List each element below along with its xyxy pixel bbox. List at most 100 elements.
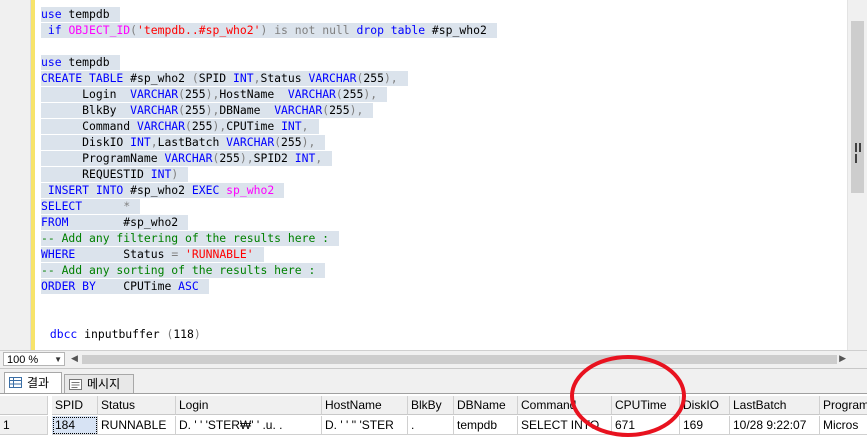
grid-cell-program[interactable]: Micros: [820, 416, 867, 435]
code-token: ,: [301, 119, 309, 133]
code-token: #sp_who2: [123, 71, 192, 85]
code-token: tempdb: [61, 7, 110, 21]
code-line[interactable]: REQUESTID INT): [41, 167, 189, 182]
grid-cell-cputime[interactable]: 671: [612, 416, 680, 435]
column-header-lastbatch[interactable]: LastBatch: [730, 396, 820, 415]
code-line[interactable]: if OBJECT_ID('tempdb..#sp_who2') is not …: [41, 23, 497, 38]
code-token: 255: [185, 103, 206, 117]
grid-cell-login[interactable]: D. ' ' 'STER₩' ' .u. .: [176, 416, 322, 435]
column-header-login[interactable]: Login: [176, 396, 322, 415]
code-token: VARCHAR: [274, 103, 323, 117]
column-header-status[interactable]: Status: [98, 396, 176, 415]
tab-messages[interactable]: 메시지: [64, 374, 134, 393]
grid-cell-diskio[interactable]: 169: [680, 416, 730, 435]
code-token: SPID: [198, 71, 234, 85]
code-line[interactable]: use tempdb: [41, 55, 120, 70]
zoom-dropdown[interactable]: 100 % ▼: [3, 352, 65, 366]
code-line[interactable]: use tempdb: [41, 7, 120, 22]
grid-cell-blkby[interactable]: .: [408, 416, 454, 435]
column-header-blkby[interactable]: BlkBy: [408, 396, 454, 415]
code-token: use: [41, 55, 62, 69]
code-line[interactable]: dbcc inputbuffer (118): [43, 327, 211, 342]
code-token: #sp_who2: [425, 23, 487, 37]
grid-cell-status[interactable]: RUNNABLE: [98, 416, 176, 435]
column-header-command[interactable]: Command: [518, 396, 612, 415]
editor-gutter: [0, 0, 31, 350]
code-token: VARCHAR: [130, 87, 179, 101]
code-line[interactable]: [41, 39, 51, 54]
code-token: (: [191, 71, 199, 85]
code-token: CPUTime: [226, 119, 282, 133]
code-line[interactable]: [41, 311, 51, 326]
code-line[interactable]: -- Add any filtering of the results here…: [41, 231, 340, 246]
column-header-dbname[interactable]: DBName: [454, 396, 518, 415]
vertical-scroll-thumb[interactable]: [851, 21, 864, 193]
column-header-diskio[interactable]: DiskIO: [680, 396, 730, 415]
row-number[interactable]: 1: [0, 416, 48, 435]
code-line[interactable]: CREATE TABLE #sp_who2 (SPID INT,Status V…: [41, 71, 408, 86]
code-token: 'tempdb..#sp_who2': [137, 23, 261, 37]
code-token: -- Add any sorting of the results here :: [41, 263, 316, 277]
results-grid[interactable]: SPID Status Login HostName BlkBy DBName Comman…: [0, 393, 867, 443]
code-token: #sp_who2: [68, 215, 179, 229]
code-token: inputbuffer: [77, 327, 167, 341]
code-token: ): [193, 327, 201, 341]
code-token: (: [178, 87, 186, 101]
code-line[interactable]: SELECT *: [41, 199, 141, 214]
query-editor[interactable]: use tempdb if OBJECT_ID('tempdb..#sp_who…: [0, 0, 847, 350]
grid-cell-lastbatch[interactable]: 10/28 9:22:07: [730, 416, 820, 435]
grid-cell-spid[interactable]: 184: [52, 416, 98, 435]
column-header-cputime[interactable]: CPUTime: [612, 396, 680, 415]
code-token: INT: [150, 167, 172, 181]
code-line[interactable]: INSERT INTO #sp_who2 EXEC sp_who2: [41, 183, 285, 198]
code-token: LastBatch: [157, 135, 227, 149]
code-token: *: [123, 199, 131, 213]
code-line[interactable]: [41, 295, 51, 310]
code-token: ASC: [178, 279, 199, 293]
tab-messages-label: 메시지: [87, 377, 121, 391]
column-header-hostname[interactable]: HostName: [322, 396, 408, 415]
code-line[interactable]: WHERE Status = 'RUNNABLE': [41, 247, 264, 262]
code-line[interactable]: DiskIO INT,LastBatch VARCHAR(255),: [41, 135, 326, 150]
grid-cell-dbname[interactable]: tempdb: [454, 416, 518, 435]
column-header-spid[interactable]: SPID: [52, 396, 98, 415]
code-token: (: [178, 103, 186, 117]
vertical-scrollbar[interactable]: [847, 0, 867, 350]
code-line[interactable]: -- Add any sorting of the results here :: [41, 263, 326, 278]
horizontal-scroll-thumb[interactable]: [82, 355, 837, 364]
code-token: DiskIO: [41, 135, 131, 149]
tab-results[interactable]: 결과: [4, 372, 62, 393]
code-token: CREATE TABLE: [41, 71, 124, 85]
code-token: 118: [173, 327, 194, 341]
code-token: ),: [205, 103, 220, 117]
code-token: ),: [212, 119, 227, 133]
results-tab-bar: 결과 메시지: [0, 368, 867, 394]
scroll-left-icon[interactable]: ◀: [71, 353, 78, 364]
change-indicator-bar: [31, 0, 35, 350]
code-line[interactable]: ProgramName VARCHAR(255),SPID2 INT,: [41, 151, 333, 166]
code-token: ),: [205, 87, 220, 101]
code-line[interactable]: FROM #sp_who2: [41, 215, 189, 230]
row-header-corner[interactable]: [0, 396, 48, 415]
code-line[interactable]: ORDER BY CPUTime ASC: [41, 279, 209, 294]
code-token: INSERT INTO: [41, 183, 124, 197]
code-token: Status: [260, 71, 309, 85]
code-token: INT: [130, 135, 151, 149]
code-line[interactable]: Command VARCHAR(255),CPUTime INT,: [41, 119, 319, 134]
code-line[interactable]: BlkBy VARCHAR(255),DBName VARCHAR(255),: [41, 103, 374, 118]
scroll-right-icon[interactable]: ▶: [839, 353, 846, 364]
code-token: VARCHAR: [308, 71, 357, 85]
code-token: is not null: [267, 23, 357, 37]
code-token: #sp_who2: [123, 183, 192, 197]
code-token: ,: [150, 135, 158, 149]
code-token: SPID2: [253, 151, 295, 165]
grid-cell-hostname[interactable]: D. ' ' '' 'STER: [322, 416, 408, 435]
grid-cell-command[interactable]: SELECT INTO: [518, 416, 612, 435]
code-token: VARCHAR: [164, 151, 213, 165]
chevron-down-icon: ▼: [54, 355, 62, 364]
column-header-program[interactable]: Program: [820, 396, 867, 415]
code-line[interactable]: Login VARCHAR(255),HostName VARCHAR(255)…: [41, 87, 388, 102]
horizontal-scrollbar[interactable]: ◀ ▶: [70, 352, 847, 367]
code-token: WHERE: [41, 247, 76, 261]
